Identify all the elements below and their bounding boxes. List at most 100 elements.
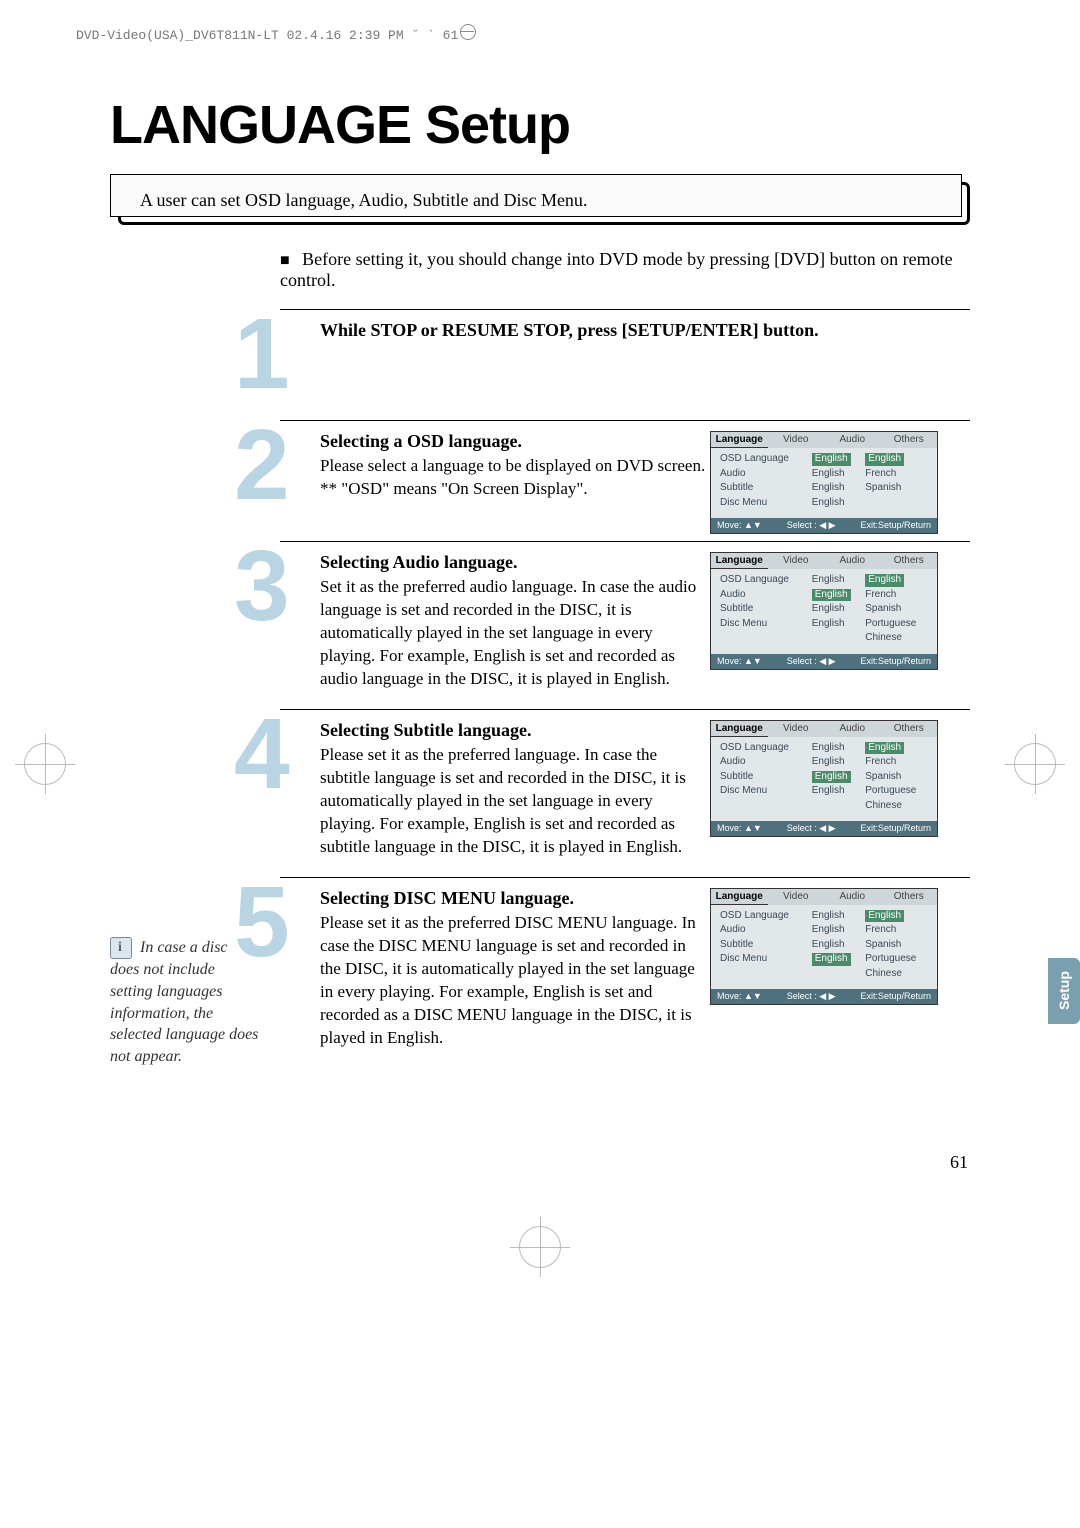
osd-option: Chinese	[862, 631, 931, 646]
step-heading: Selecting a OSD language.	[320, 429, 710, 453]
pre-note: ■ Before setting it, you should change i…	[280, 249, 970, 291]
osd-value: English	[809, 617, 863, 632]
osd-footer-select: Select : ◀ ▶	[787, 520, 836, 531]
step-row: 4 Selecting Subtitle language. Please se…	[280, 709, 970, 877]
step-heading: Selecting Subtitle language.	[320, 718, 710, 742]
osd-tab: Language	[711, 889, 768, 905]
step-row: 1 While STOP or RESUME STOP, press [SETU…	[280, 309, 970, 420]
osd-option: Portuguese	[862, 784, 931, 799]
crop-target-icon	[1014, 743, 1056, 785]
osd-value: English	[809, 784, 863, 799]
step-row: 5 Selecting DISC MENU language. Please s…	[280, 877, 970, 1068]
osd-value: English	[809, 770, 863, 785]
intro-text: A user can set OSD language, Audio, Subt…	[128, 188, 587, 211]
osd-selected: English	[865, 742, 904, 755]
osd-footer-exit: Exit:Setup/Return	[860, 991, 931, 1002]
osd-option: Spanish	[862, 481, 931, 496]
osd-row-label: Audio	[717, 755, 809, 770]
osd-row-label: Subtitle	[717, 481, 809, 496]
osd-row-label: Subtitle	[717, 602, 809, 617]
osd-option: Chinese	[862, 799, 931, 814]
osd-row-label: Audio	[717, 588, 809, 603]
osd-footer-exit: Exit:Setup/Return	[860, 656, 931, 667]
crop-target-icon	[24, 743, 66, 785]
osd-row-label: Disc Menu	[717, 496, 809, 511]
info-icon	[110, 937, 132, 959]
section-tab: Setup	[1048, 958, 1080, 1024]
osd-option: English	[862, 573, 931, 588]
osd-option	[862, 496, 931, 498]
osd-tab: Video	[768, 889, 825, 905]
osd-row-label: Disc Menu	[717, 784, 809, 799]
osd-footer-select: Select : ◀ ▶	[787, 991, 836, 1002]
step-row: 2 Selecting a OSD language. Please selec…	[280, 420, 970, 541]
osd-selected: English	[812, 589, 851, 602]
osd-option: English	[862, 452, 931, 467]
osd-option: Portuguese	[862, 617, 931, 632]
osd-row-label: OSD Language	[717, 452, 809, 467]
osd-option: Chinese	[862, 967, 931, 982]
osd-row-label: Subtitle	[717, 938, 809, 953]
osd-footer: Move: ▲▼ Select : ◀ ▶ Exit:Setup/Return	[711, 518, 937, 533]
step-body: Please set it as the preferred DISC MENU…	[320, 912, 710, 1050]
osd-panel: LanguageVideoAudioOthersOSD LanguageAudi…	[710, 552, 938, 670]
print-meta: DVD-Video(USA)_DV6T811N-LT 02.4.16 2:39 …	[76, 28, 458, 43]
page-number: 61	[950, 1152, 968, 1173]
osd-panel: LanguageVideoAudioOthersOSD LanguageAudi…	[710, 431, 938, 534]
crop-mark-icon	[460, 24, 476, 40]
osd-row-label: Disc Menu	[717, 617, 809, 632]
page-title: LANGUAGE Setup	[110, 94, 970, 156]
osd-option: Spanish	[862, 602, 931, 617]
osd-value: English	[809, 741, 863, 756]
osd-footer-exit: Exit:Setup/Return	[860, 520, 931, 531]
intro-box: A user can set OSD language, Audio, Subt…	[110, 174, 970, 225]
osd-option: French	[862, 755, 931, 770]
osd-tab: Others	[881, 553, 938, 569]
osd-tab: Audio	[824, 721, 881, 737]
osd-option: Spanish	[862, 938, 931, 953]
osd-footer-move: Move: ▲▼	[717, 823, 762, 834]
osd-tab: Language	[711, 432, 768, 448]
osd-body: OSD LanguageAudioSubtitleDisc MenuEnglis…	[711, 569, 937, 654]
osd-tab: Video	[768, 432, 825, 448]
osd-value: English	[809, 909, 863, 924]
osd-row-label: OSD Language	[717, 741, 809, 756]
osd-panel: LanguageVideoAudioOthersOSD LanguageAudi…	[710, 888, 938, 1006]
osd-tab: Language	[711, 721, 768, 737]
osd-selected: English	[812, 953, 851, 966]
osd-footer: Move: ▲▼Select : ◀ ▶Exit:Setup/Return	[711, 989, 937, 1004]
osd-value: English	[809, 496, 863, 511]
step-body: Please set it as the preferred language.…	[320, 744, 710, 859]
step-heading: Selecting DISC MENU language.	[320, 886, 710, 910]
osd-value: English	[809, 602, 863, 617]
osd-footer-exit: Exit:Setup/Return	[860, 823, 931, 834]
osd-row-label: Subtitle	[717, 770, 809, 785]
osd-tab: Language	[711, 553, 768, 569]
osd-body: OSD LanguageAudioSubtitleDisc MenuEnglis…	[711, 448, 937, 518]
crop-mark-icon	[460, 31, 474, 32]
bullet-icon: ■	[280, 252, 290, 269]
osd-option: French	[862, 923, 931, 938]
osd-footer-move: Move: ▲▼	[717, 520, 762, 531]
osd-row-label: Disc Menu	[717, 952, 809, 967]
osd-option: Spanish	[862, 770, 931, 785]
osd-value: English	[809, 588, 863, 603]
step-body: Please select a language to be displayed…	[320, 455, 710, 501]
osd-footer: Move: ▲▼ Select : ◀ ▶ Exit:Setup/Return	[711, 821, 937, 836]
osd-selected: English	[812, 453, 851, 466]
osd-value: English	[809, 573, 863, 588]
osd-value: English	[809, 467, 863, 482]
step-heading: While STOP or RESUME STOP, press [SETUP/…	[320, 318, 970, 342]
osd-value: English	[809, 923, 863, 938]
osd-body: OSD LanguageAudioSubtitleDisc MenuEnglis…	[711, 905, 937, 990]
osd-option: French	[862, 467, 931, 482]
osd-tabs: LanguageVideoAudioOthers	[711, 432, 937, 448]
osd-footer-select: Select : ◀ ▶	[787, 823, 836, 834]
pre-note-text: Before setting it, you should change int…	[280, 249, 953, 290]
osd-option: French	[862, 588, 931, 603]
osd-selected: English	[865, 574, 904, 587]
osd-option: English	[862, 741, 931, 756]
crop-target-icon	[519, 1226, 561, 1268]
osd-value: English	[809, 952, 863, 967]
osd-selected: English	[812, 771, 851, 784]
